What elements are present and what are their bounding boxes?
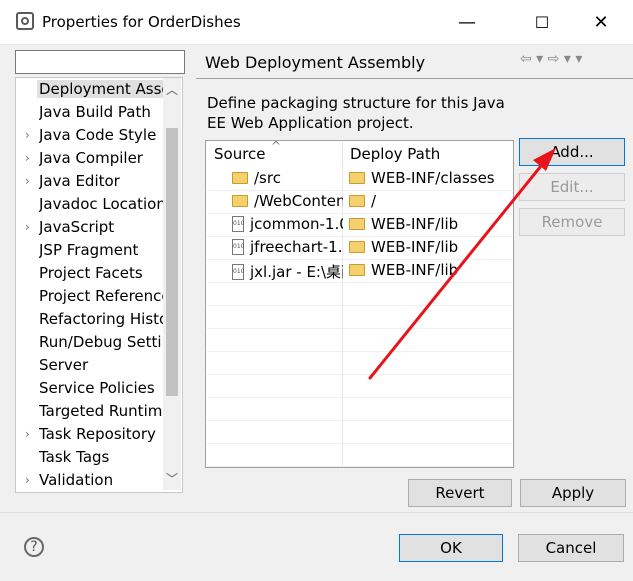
annotation-arrow-icon [368,148,556,380]
